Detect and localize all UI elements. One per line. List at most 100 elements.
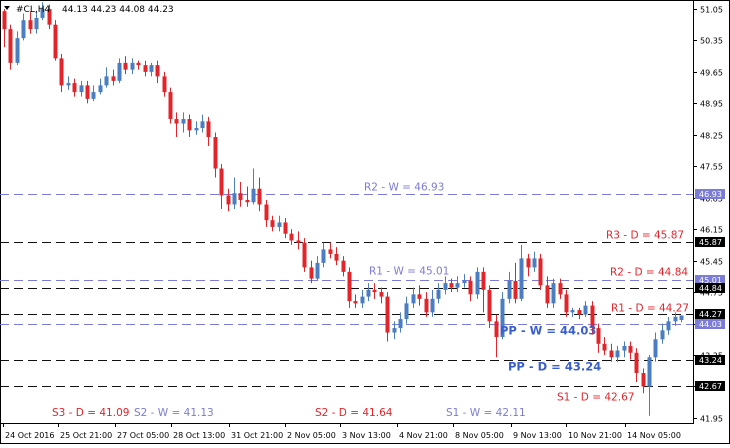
candle-body-87: [558, 283, 563, 295]
price-tag-7: 42.67: [699, 382, 722, 391]
pivot-label-11: R2 - W = 46.93: [364, 182, 444, 194]
pivot-label-0: S3 - D = 41.09: [52, 407, 129, 419]
candle-body-98: [628, 346, 633, 353]
candle-body-28: [181, 119, 186, 124]
candle-body-45: [289, 233, 294, 241]
price-tag-6: 43.24: [699, 356, 722, 365]
candle-body-88: [564, 294, 569, 313]
candle-body-83: [532, 258, 537, 268]
candle-body-63: [404, 303, 409, 320]
candle-body-69: [443, 283, 448, 290]
candle-body-48: [309, 267, 314, 279]
chart-header[interactable]: #CL,H4 44.13 44.23 44.08 44.23: [4, 5, 174, 15]
candle-body-32: [206, 121, 211, 138]
price-chart-canvas[interactable]: S3 - D = 41.09 S2 - D = 41.64 S1 - D = 42.…: [0, 0, 730, 444]
candle-body-56: [360, 296, 365, 304]
candle-body-61: [392, 328, 397, 333]
time-label-8: 8 Nov 05:00: [455, 431, 504, 440]
candle-body-1: [8, 29, 13, 63]
candle-body-4: [28, 20, 33, 30]
candle-body-64: [411, 294, 416, 304]
candle-body-33: [213, 137, 218, 169]
candle-body-41: [264, 204, 269, 221]
candle-body-19: [123, 62, 128, 70]
candle-body-73: [468, 280, 473, 295]
candle-body-80: [513, 280, 518, 299]
time-label-4: 31 Oct 21:00: [231, 431, 283, 440]
price-tick-label-2: 49.65: [700, 69, 723, 78]
price-chart[interactable]: S3 - D = 41.09 S2 - D = 41.64 S1 - D = 42.…: [0, 0, 730, 444]
price-tag-5: 44.03: [699, 320, 722, 329]
time-label-6: 3 Nov 13:00: [342, 431, 391, 440]
candle-body-47: [302, 242, 307, 268]
candle-body-14: [91, 92, 96, 99]
time-label-9: 9 Nov 13:00: [513, 431, 562, 440]
candle-body-26: [168, 92, 173, 120]
candle-body-51: [328, 249, 333, 254]
candle-body-43: [277, 222, 282, 227]
candle-body-72: [462, 280, 467, 284]
candle-body-71: [455, 283, 460, 288]
candle-body-70: [449, 283, 454, 288]
candle-body-21: [136, 62, 141, 66]
time-label-7: 4 Nov 21:00: [399, 431, 448, 440]
candle-body-34: [219, 168, 224, 196]
candle-body-24: [155, 65, 160, 77]
candle-body-59: [379, 292, 384, 297]
candle-body-40: [257, 188, 262, 205]
price-tick-label-13: 41.95: [700, 415, 723, 424]
candle-body-94: [602, 343, 607, 351]
candle-body-11: [72, 83, 77, 93]
pivot-label-1: S2 - D = 41.64: [315, 407, 393, 419]
candle-body-91: [583, 305, 588, 315]
candle-body-13: [85, 85, 90, 99]
candle-body-67: [430, 298, 435, 313]
price-tick-label-0: 51.05: [700, 6, 723, 15]
pivot-label-3: PP - D = 43.24: [508, 360, 601, 374]
candle-body-86: [551, 283, 556, 304]
candle-body-38: [245, 199, 250, 203]
candle-body-2: [15, 38, 20, 63]
candle-body-25: [162, 76, 167, 93]
candle-body-22: [143, 65, 148, 72]
candle-body-36: [232, 193, 237, 205]
price-tick-label-5: 47.55: [700, 163, 723, 172]
candle-body-29: [187, 119, 192, 131]
time-label-11: 14 Nov 05:00: [627, 431, 681, 440]
candle-body-99: [634, 352, 639, 374]
candle-body-102: [653, 339, 658, 358]
price-tick-label-1: 50.35: [700, 37, 723, 46]
candle-body-105: [673, 316, 678, 322]
time-label-10: 10 Nov 21:00: [568, 431, 622, 440]
candle-body-106: [679, 315, 684, 320]
pivot-label-6: R3 - D = 45.87: [606, 230, 684, 242]
pivot-label-9: PP - W = 44.03: [500, 324, 596, 338]
candle-body-89: [570, 310, 575, 313]
candle-body-85: [545, 285, 550, 304]
pivot-label-5: R2 - D = 44.84: [610, 267, 688, 279]
candle-body-27: [174, 119, 179, 124]
price-tag-0: 46.93: [699, 190, 722, 199]
pivot-label-7: S2 - W = 41.13: [134, 407, 214, 419]
time-label-3: 28 Oct 13:00: [173, 431, 225, 440]
pivot-label-10: R1 - W = 45.01: [369, 266, 449, 278]
pivot-label-8: S1 - W = 42.11: [446, 407, 526, 419]
candle-body-0: [2, 11, 7, 30]
candle-body-53: [341, 260, 346, 272]
candle-body-52: [334, 253, 339, 261]
time-label-2: 27 Oct 05:00: [117, 431, 169, 440]
pivot-label-2: S1 - D = 42.67: [557, 392, 634, 404]
candle-body-10: [66, 83, 71, 86]
candle-body-46: [296, 240, 301, 243]
price-tag-1: 45.87: [699, 238, 722, 247]
candle-body-93: [596, 328, 601, 344]
candle-body-77: [494, 321, 499, 338]
candle-body-18: [117, 62, 122, 81]
candle-body-79: [507, 280, 512, 299]
candle-body-50: [321, 249, 326, 263]
candle-body-97: [622, 346, 627, 351]
candle-body-101: [647, 357, 652, 387]
candle-body-12: [79, 85, 84, 93]
candle-body-81: [519, 258, 524, 299]
candle-body-17: [111, 76, 116, 81]
